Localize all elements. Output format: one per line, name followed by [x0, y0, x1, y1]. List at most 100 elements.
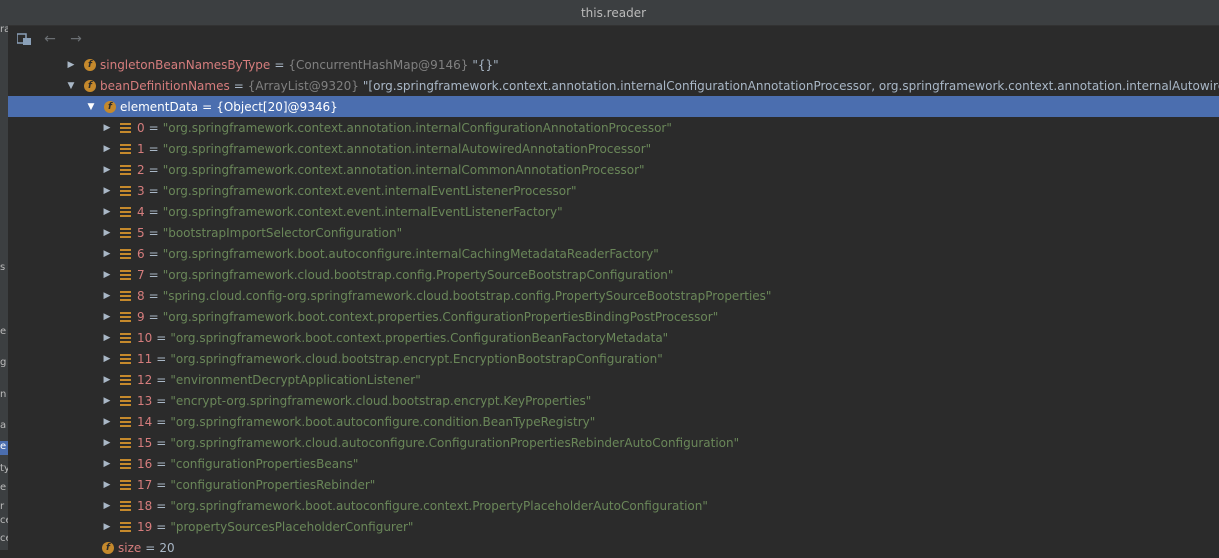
array-item-row[interactable]: ▶ 3 = "org.springframework.context.event.in…	[8, 180, 1219, 201]
item-index: 1	[137, 141, 145, 156]
gutter-fragment: ce	[0, 515, 8, 526]
expand-arrow-icon[interactable]: ▶	[102, 228, 112, 238]
array-element-icon	[120, 416, 131, 427]
item-index: 7	[137, 267, 145, 282]
tree-node-size[interactable]: f size = 20	[8, 537, 1219, 558]
watch-layout-icon[interactable]	[14, 29, 34, 49]
item-value: "environmentDecryptApplicationListener"	[170, 372, 421, 387]
array-item-row[interactable]: ▶ 13 = "encrypt-org.springframework.cloud.b…	[8, 390, 1219, 411]
expand-arrow-icon[interactable]: ▶	[102, 312, 112, 322]
equals-sign: =	[148, 204, 159, 219]
equals-sign: =	[148, 120, 159, 135]
equals-sign: =	[148, 183, 159, 198]
item-index: 18	[137, 498, 153, 513]
array-element-icon	[120, 227, 131, 238]
gutter-fragment: ce	[0, 533, 8, 544]
array-item-row[interactable]: ▶ 12 = "environmentDecryptApplicationListen…	[8, 369, 1219, 390]
array-item-row[interactable]: ▶ 6 = "org.springframework.boot.autoconfigu…	[8, 243, 1219, 264]
array-item-row[interactable]: ▶ 2 = "org.springframework.context.annotati…	[8, 159, 1219, 180]
expand-arrow-icon[interactable]: ▶	[102, 270, 112, 280]
expand-arrow-icon[interactable]: ▶	[102, 480, 112, 490]
expand-arrow-icon[interactable]: ▶	[102, 522, 112, 532]
gutter-fragment: e	[0, 326, 7, 337]
array-element-icon	[120, 248, 131, 259]
array-item-row[interactable]: ▶ 10 = "org.springframework.boot.context.pr…	[8, 327, 1219, 348]
field-type: {ArrayList@9320}	[247, 78, 359, 93]
array-item-row[interactable]: ▶ 0 = "org.springframework.context.annotati…	[8, 117, 1219, 138]
item-value: "configurationPropertiesBeans"	[170, 456, 359, 471]
expand-arrow-icon[interactable]: ▶	[102, 123, 112, 133]
gutter-fragment: ty	[0, 463, 8, 474]
item-index: 11	[137, 351, 153, 366]
expand-arrow-icon[interactable]: ▶	[102, 501, 112, 511]
field-name: size	[118, 540, 142, 555]
gutter-fragment: a	[0, 420, 7, 431]
item-value: "org.springframework.context.annotation.…	[162, 141, 652, 156]
array-item-row[interactable]: ▶ 9 = "org.springframework.boot.context.pro…	[8, 306, 1219, 327]
item-value: "org.springframework.context.annotation.…	[162, 162, 645, 177]
expand-arrow-icon[interactable]: ▶	[102, 333, 112, 343]
array-item-row[interactable]: ▶ 5 = "bootstrapImportSelectorConfiguration…	[8, 222, 1219, 243]
collapse-arrow-icon[interactable]: ▼	[66, 81, 76, 91]
array-item-row[interactable]: ▶ 8 = "spring.cloud.config-org.springframew…	[8, 285, 1219, 306]
item-index: 5	[137, 225, 145, 240]
array-item-row[interactable]: ▶ 18 = "org.springframework.boot.autoconfig…	[8, 495, 1219, 516]
array-item-row[interactable]: ▶ 1 = "org.springframework.context.annotati…	[8, 138, 1219, 159]
item-index: 9	[137, 309, 145, 324]
field-value: 20	[159, 540, 175, 555]
tree-node-bean-definition-names[interactable]: ▼ f beanDefinitionNames = {ArrayList@932…	[8, 75, 1219, 96]
equals-sign: =	[148, 288, 159, 303]
expand-arrow-icon[interactable]: ▶	[102, 459, 112, 469]
equals-sign: =	[156, 351, 167, 366]
array-item-row[interactable]: ▶ 15 = "org.springframework.cloud.autoconfi…	[8, 432, 1219, 453]
expand-arrow-icon[interactable]: ▶	[102, 165, 112, 175]
array-element-icon	[120, 479, 131, 490]
array-item-row[interactable]: ▶ 17 = "configurationPropertiesRebinder"	[8, 474, 1219, 495]
array-element-icon	[120, 290, 131, 301]
array-item-row[interactable]: ▶ 14 = "org.springframework.boot.autoconfig…	[8, 411, 1219, 432]
item-value: "spring.cloud.config-org.springframework…	[162, 288, 772, 303]
item-index: 3	[137, 183, 145, 198]
array-item-row[interactable]: ▶ 16 = "configurationPropertiesBeans"	[8, 453, 1219, 474]
array-element-icon	[120, 311, 131, 322]
equals-sign: =	[156, 330, 167, 345]
expand-arrow-icon[interactable]: ▶	[102, 144, 112, 154]
expand-arrow-icon[interactable]: ▶	[102, 207, 112, 217]
array-element-icon	[120, 269, 131, 280]
array-item-row[interactable]: ▶ 11 = "org.springframework.cloud.bootstrap…	[8, 348, 1219, 369]
gutter-fragment: s	[0, 262, 6, 273]
expand-arrow-icon[interactable]: ▶	[102, 186, 112, 196]
array-item-row[interactable]: ▶ 4 = "org.springframework.context.event.in…	[8, 201, 1219, 222]
arrow-left-icon[interactable]: ←	[40, 29, 60, 49]
collapse-arrow-icon[interactable]: ▼	[86, 102, 96, 112]
expand-arrow-icon[interactable]: ▶	[66, 60, 76, 70]
equals-sign: =	[148, 309, 159, 324]
expand-arrow-icon[interactable]: ▶	[102, 396, 112, 406]
tree-node-element-data[interactable]: ▼ f elementData = {Object[20]@9346}	[8, 96, 1219, 117]
expand-arrow-icon[interactable]: ▶	[102, 375, 112, 385]
equals-sign: =	[156, 393, 167, 408]
array-element-icon	[120, 374, 131, 385]
arrow-right-icon[interactable]: →	[66, 29, 86, 49]
equals-sign: =	[145, 540, 156, 555]
gutter-fragment: g	[0, 357, 7, 368]
expand-arrow-icon[interactable]: ▶	[102, 438, 112, 448]
gutter-fragment: e	[0, 482, 7, 493]
expand-arrow-icon[interactable]: ▶	[102, 249, 112, 259]
array-item-row[interactable]: ▶ 7 = "org.springframework.cloud.bootstrap.…	[8, 264, 1219, 285]
equals-sign: =	[156, 372, 167, 387]
array-item-row[interactable]: ▶ 19 = "propertySourcesPlaceholderConfigure…	[8, 516, 1219, 537]
array-element-icon	[120, 122, 131, 133]
expand-arrow-icon[interactable]: ▶	[102, 291, 112, 301]
field-icon: f	[102, 541, 114, 554]
tree-node-singleton-bean-names[interactable]: ▶ f singletonBeanNamesByType = {Concurre…	[8, 54, 1219, 75]
item-value: "org.springframework.boot.autoconfigure.…	[170, 498, 708, 513]
toolbar: ← →	[8, 26, 1219, 52]
equals-sign: =	[148, 267, 159, 282]
item-value: "org.springframework.context.event.inter…	[162, 183, 577, 198]
array-element-icon	[120, 206, 131, 217]
gutter-fragment: e	[0, 441, 8, 455]
expand-arrow-icon[interactable]: ▶	[102, 354, 112, 364]
expand-arrow-icon[interactable]: ▶	[102, 417, 112, 427]
item-index: 0	[137, 120, 145, 135]
